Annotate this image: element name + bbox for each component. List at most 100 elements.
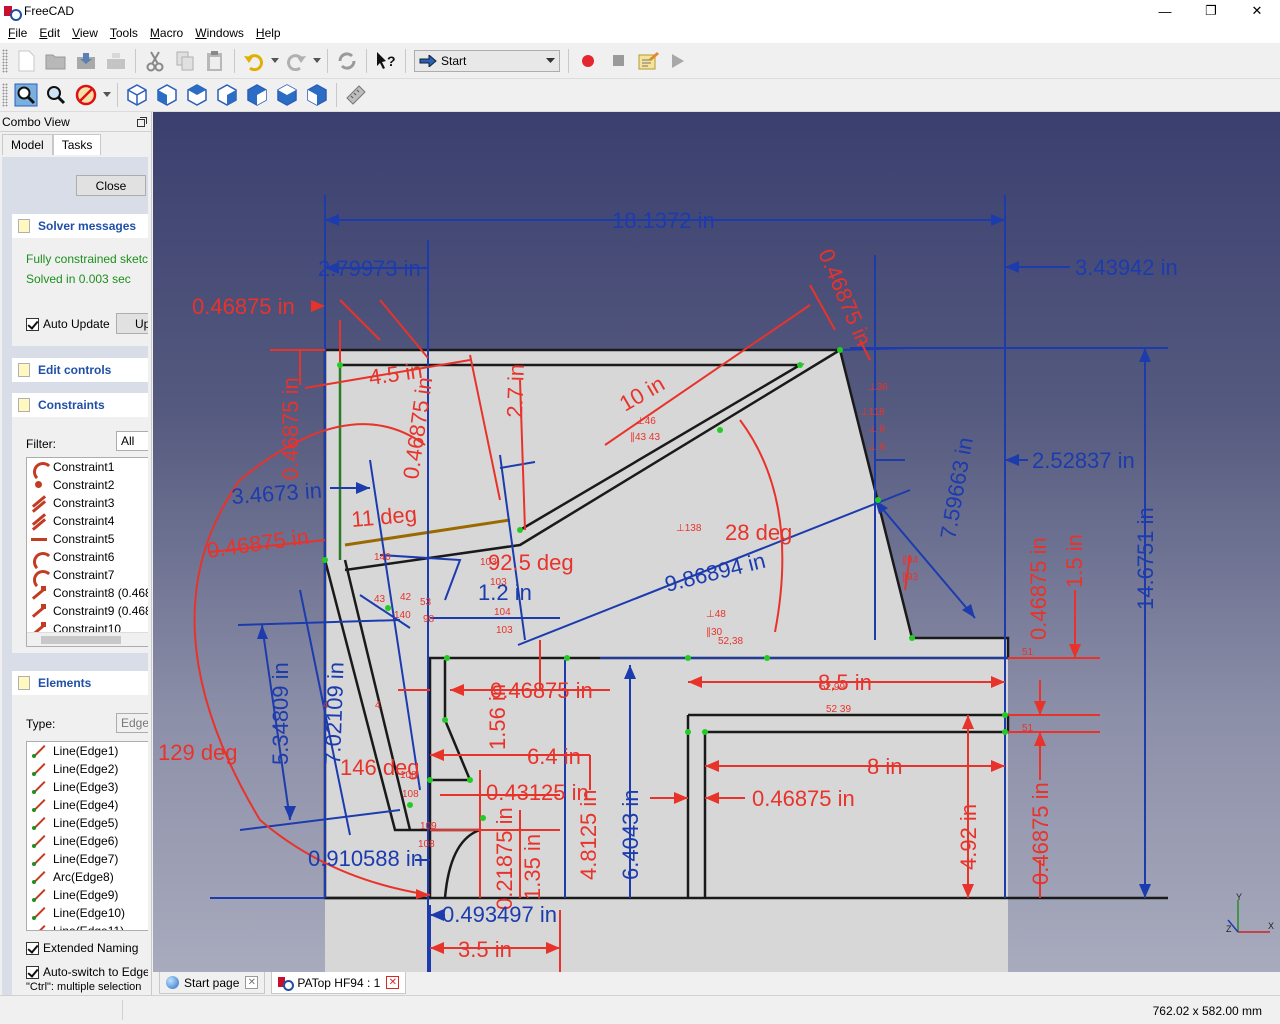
undo-dropdown-icon[interactable] xyxy=(270,47,280,75)
constraint-item[interactable]: Constraint9 (0.46875 in) xyxy=(27,602,148,620)
view-front-icon[interactable] xyxy=(153,81,181,109)
paste-icon[interactable] xyxy=(201,47,229,75)
close-window-button[interactable]: ✕ xyxy=(1234,0,1280,22)
element-item[interactable]: Line(Edge4) xyxy=(27,796,148,814)
auto-update-checkbox[interactable]: Auto Update xyxy=(26,317,110,331)
element-item[interactable]: Line(Edge1) xyxy=(27,742,148,760)
element-item[interactable]: Line(Edge5) xyxy=(27,814,148,832)
edit-macro-icon[interactable] xyxy=(634,47,662,75)
toolbar-grip[interactable] xyxy=(2,48,8,73)
minimize-button[interactable]: — xyxy=(1142,0,1188,22)
close-tab-icon[interactable]: ✕ xyxy=(386,976,400,989)
workbench-label: Start xyxy=(441,53,467,68)
svg-text:⊥118: ⊥118 xyxy=(860,407,885,418)
new-document-icon[interactable] xyxy=(12,47,40,75)
svg-text:0.46875 in: 0.46875 in xyxy=(1026,537,1051,640)
save-as-icon[interactable] xyxy=(102,47,130,75)
3d-view[interactable]: ⊥36 ⊥118 ⊥ 8 ⊥ 9 ⊥46 ∥43 43 ⊥138 ⊥48 ∥30 52,3… xyxy=(153,112,1280,972)
svg-text:53: 53 xyxy=(420,597,432,608)
draw-style-dropdown-icon[interactable] xyxy=(102,81,112,109)
edit-controls-header[interactable]: Edit controls xyxy=(12,358,148,382)
element-item[interactable]: Line(Edge9) xyxy=(27,886,148,904)
redo-dropdown-icon[interactable] xyxy=(312,47,322,75)
toolbar-grip-2[interactable] xyxy=(2,83,8,107)
svg-text:⊥48: ⊥48 xyxy=(706,609,726,620)
maximize-button[interactable]: ❐ xyxy=(1188,0,1234,22)
sketch-canvas[interactable]: ⊥36⊥118 ⊥ 8⊥ 9 ⊥46∥43 43 ⊥138⊥48 ∥3052,3… xyxy=(153,112,1280,972)
constraint-item[interactable]: Constraint1 xyxy=(27,458,148,482)
svg-text:?: ? xyxy=(387,53,396,69)
copy-icon[interactable] xyxy=(171,47,199,75)
svg-text:3.43942 in: 3.43942 in xyxy=(1075,255,1178,280)
menu-file[interactable]: File xyxy=(2,26,33,40)
element-item[interactable]: Arc(Edge8) xyxy=(27,868,148,886)
fit-selection-icon[interactable] xyxy=(42,81,70,109)
refresh-icon[interactable] xyxy=(333,47,361,75)
menu-macro[interactable]: Macro xyxy=(144,26,189,40)
menu-windows[interactable]: Windows xyxy=(189,26,250,40)
auto-switch-checkbox[interactable]: Auto-switch to Edge xyxy=(26,965,148,979)
undo-icon[interactable] xyxy=(240,47,268,75)
svg-text:Z: Z xyxy=(1226,924,1232,934)
view-isometric-icon[interactable] xyxy=(123,81,151,109)
constraints-list[interactable]: Constraint1 Constraint2 Constraint3 Constra… xyxy=(26,457,148,647)
constraints-hscroll[interactable] xyxy=(27,632,148,646)
run-macro-icon[interactable] xyxy=(664,47,692,75)
view-rear-icon[interactable] xyxy=(243,81,271,109)
elements-header[interactable]: Elements xyxy=(12,671,148,695)
element-item[interactable]: Line(Edge6) xyxy=(27,832,148,850)
constraint-item[interactable]: Constraint6 xyxy=(27,548,148,572)
constraint-item[interactable]: Constraint3 xyxy=(27,494,148,512)
extended-naming-checkbox[interactable]: Extended Naming xyxy=(26,941,138,955)
element-item[interactable]: Line(Edge2) xyxy=(27,760,148,778)
workbench-selector[interactable]: Start xyxy=(414,49,560,72)
svg-text:⊥ 8: ⊥ 8 xyxy=(868,424,885,435)
main-toolbar: ? Start xyxy=(0,43,1280,79)
element-item[interactable]: Line(Edge10) xyxy=(27,904,148,922)
measure-distance-icon[interactable] xyxy=(342,81,370,109)
save-icon[interactable] xyxy=(72,47,100,75)
filter-select[interactable]: All xyxy=(116,431,148,451)
type-select[interactable]: Edge xyxy=(116,713,148,733)
view-right-icon[interactable] xyxy=(213,81,241,109)
element-item[interactable]: Line(Edge7) xyxy=(27,850,148,868)
tab-document[interactable]: PATop HF94 : 1 ✕ xyxy=(271,972,407,994)
draw-style-icon[interactable] xyxy=(72,81,100,109)
element-item[interactable]: Line(Edge11) xyxy=(27,922,148,930)
menu-tools[interactable]: Tools xyxy=(104,26,144,40)
redo-icon[interactable] xyxy=(282,47,310,75)
menu-view[interactable]: View xyxy=(66,26,104,40)
constraint-item[interactable]: Constraint5 xyxy=(27,530,148,548)
tab-start-page[interactable]: Start page ✕ xyxy=(159,972,266,994)
undock-icon[interactable] xyxy=(137,116,147,127)
edge-icon xyxy=(31,924,47,930)
menu-bar: File Edit View Tools Macro Windows Help xyxy=(0,22,1280,43)
view-bottom-icon[interactable] xyxy=(273,81,301,109)
tab-model[interactable]: Model xyxy=(2,134,53,155)
constraint-item[interactable]: Constraint8 (0.46875 in) xyxy=(27,584,148,602)
open-folder-icon[interactable] xyxy=(42,47,70,75)
tab-tasks[interactable]: Tasks xyxy=(52,134,102,155)
view-left-icon[interactable] xyxy=(303,81,331,109)
menu-help[interactable]: Help xyxy=(250,26,287,40)
svg-text:∥93: ∥93 xyxy=(902,572,919,583)
constraint-item[interactable]: Constraint7 xyxy=(27,566,148,590)
svg-text:51: 51 xyxy=(1022,647,1034,658)
constraint-item[interactable]: Constraint4 xyxy=(27,512,148,530)
cut-icon[interactable] xyxy=(141,47,169,75)
close-tab-icon[interactable]: ✕ xyxy=(245,976,259,989)
solver-messages-header[interactable]: Solver messages xyxy=(12,214,148,238)
constraints-header[interactable]: Constraints xyxy=(12,393,148,417)
elements-list[interactable]: Line(Edge1) Line(Edge2) Line(Edge3) Line(Ed… xyxy=(26,741,148,931)
view-top-icon[interactable] xyxy=(183,81,211,109)
menu-edit[interactable]: Edit xyxy=(33,26,66,40)
whats-this-icon[interactable]: ? xyxy=(372,47,400,75)
fit-all-icon[interactable] xyxy=(12,81,40,109)
close-sketch-button[interactable]: Close xyxy=(76,175,146,196)
svg-text:51: 51 xyxy=(1022,723,1034,734)
record-macro-icon[interactable] xyxy=(574,47,602,75)
update-button[interactable]: Update xyxy=(116,313,148,334)
element-item[interactable]: Line(Edge3) xyxy=(27,778,148,796)
stop-macro-icon[interactable] xyxy=(604,47,632,75)
constraint-item[interactable]: Constraint2 xyxy=(27,476,148,494)
